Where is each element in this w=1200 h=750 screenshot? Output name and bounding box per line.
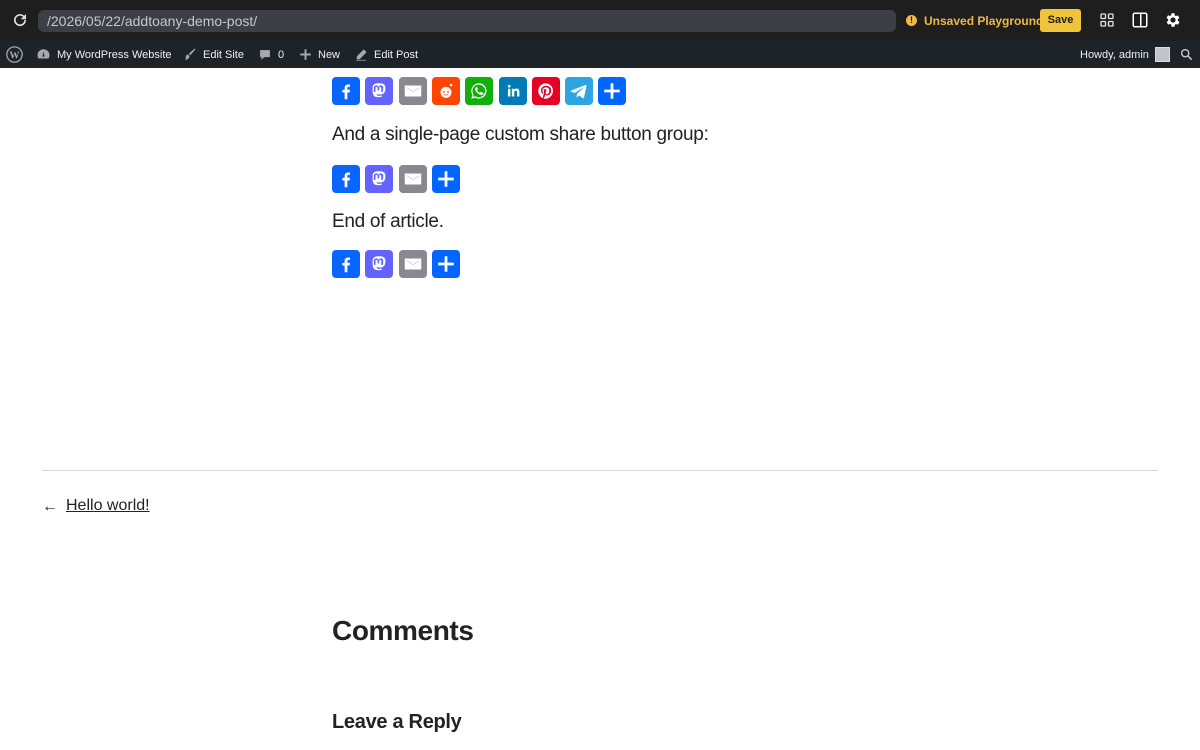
whatsapp-share-button[interactable] xyxy=(465,77,494,105)
url-field[interactable]: /2026/05/22/addtoany-demo-post/ xyxy=(38,10,896,32)
share-share-button[interactable] xyxy=(431,250,460,278)
edit-post-label: Edit Post xyxy=(374,48,419,61)
pinterest-icon xyxy=(538,83,553,99)
mastodon-share-button[interactable] xyxy=(365,77,394,105)
telegram-share-button[interactable] xyxy=(565,77,594,105)
share-buttons-row xyxy=(332,77,632,105)
wp-admin-bar: W My WordPress Website Edit Site 0 New E… xyxy=(0,41,1200,68)
left-arrow-icon: ← xyxy=(42,498,58,515)
whatsapp-icon xyxy=(471,83,487,99)
pencil-icon xyxy=(356,48,367,61)
post-divider xyxy=(42,470,1158,471)
facebook-share-button[interactable] xyxy=(332,165,360,193)
edit-site-menu[interactable]: Edit Site xyxy=(182,41,244,68)
site-name-label: My WordPress Website xyxy=(57,48,172,61)
reload-icon[interactable] xyxy=(11,11,29,29)
custom-share-buttons-row xyxy=(332,165,472,193)
edit-post-menu[interactable]: Edit Post xyxy=(354,41,418,68)
share-icon xyxy=(604,83,621,99)
email-icon xyxy=(404,173,421,185)
wordpress-logo-icon: W xyxy=(6,46,23,63)
facebook-share-button[interactable] xyxy=(332,250,360,278)
edit-site-label: Edit Site xyxy=(203,48,244,61)
custom-group-intro: And a single-page custom share button gr… xyxy=(332,124,709,145)
playground-toolbar: /2026/05/22/addtoany-demo-post/ ! Unsave… xyxy=(0,0,1200,41)
reddit-share-button[interactable] xyxy=(431,77,460,105)
share-icon xyxy=(438,256,454,272)
comments-count: 0 xyxy=(278,48,285,61)
facebook-icon xyxy=(342,84,351,100)
dashboard-icon xyxy=(37,49,50,59)
facebook-share-button[interactable] xyxy=(332,77,360,105)
sidebar-toggle-icon[interactable] xyxy=(1131,11,1149,29)
share-share-button[interactable] xyxy=(598,77,627,105)
settings-gear-icon[interactable] xyxy=(1164,11,1182,29)
avatar xyxy=(1154,47,1170,62)
email-share-button[interactable] xyxy=(398,165,427,193)
save-button[interactable]: Save xyxy=(1040,9,1081,32)
admin-search[interactable] xyxy=(1180,41,1199,68)
share-share-button[interactable] xyxy=(431,165,460,193)
comments-menu[interactable]: 0 xyxy=(258,41,284,68)
grid-icon[interactable] xyxy=(1098,11,1116,29)
reddit-icon xyxy=(440,83,453,98)
pinterest-share-button[interactable] xyxy=(531,77,560,105)
mastodon-icon xyxy=(372,171,386,186)
end-of-article-text: End of article. xyxy=(332,211,444,232)
account-menu[interactable]: Howdy, admin xyxy=(1080,41,1170,68)
new-label: New xyxy=(318,48,341,61)
svg-text:W: W xyxy=(9,50,20,61)
search-icon xyxy=(1180,48,1193,61)
previous-post-link[interactable]: Hello world! xyxy=(66,497,150,515)
site-name-menu[interactable]: My WordPress Website xyxy=(36,41,172,68)
mastodon-icon xyxy=(372,256,386,271)
linkedin-share-button[interactable] xyxy=(498,77,527,105)
warning-icon: ! xyxy=(906,15,917,26)
comment-bubble-icon xyxy=(260,49,270,60)
email-share-button[interactable] xyxy=(398,250,427,278)
telegram-icon xyxy=(570,84,587,99)
mastodon-icon xyxy=(372,83,386,98)
mastodon-share-button[interactable] xyxy=(365,250,394,278)
brush-icon xyxy=(185,48,196,60)
footer-share-buttons-row xyxy=(332,250,472,278)
facebook-icon xyxy=(342,172,351,188)
email-icon xyxy=(404,258,421,270)
leave-reply-heading: Leave a Reply xyxy=(332,711,462,733)
plus-icon xyxy=(300,49,311,60)
howdy-label: Howdy, admin xyxy=(1080,48,1149,61)
comments-heading: Comments xyxy=(332,615,474,646)
mastodon-share-button[interactable] xyxy=(365,165,394,193)
unsaved-status[interactable]: Unsaved Playground xyxy=(924,13,1043,29)
email-share-button[interactable] xyxy=(398,77,427,105)
wordpress-logo-menu[interactable]: W xyxy=(6,41,29,68)
email-icon xyxy=(404,85,421,97)
share-icon xyxy=(438,171,454,187)
linkedin-icon xyxy=(507,84,519,97)
facebook-icon xyxy=(342,257,351,273)
new-content-menu[interactable]: New xyxy=(299,41,340,68)
